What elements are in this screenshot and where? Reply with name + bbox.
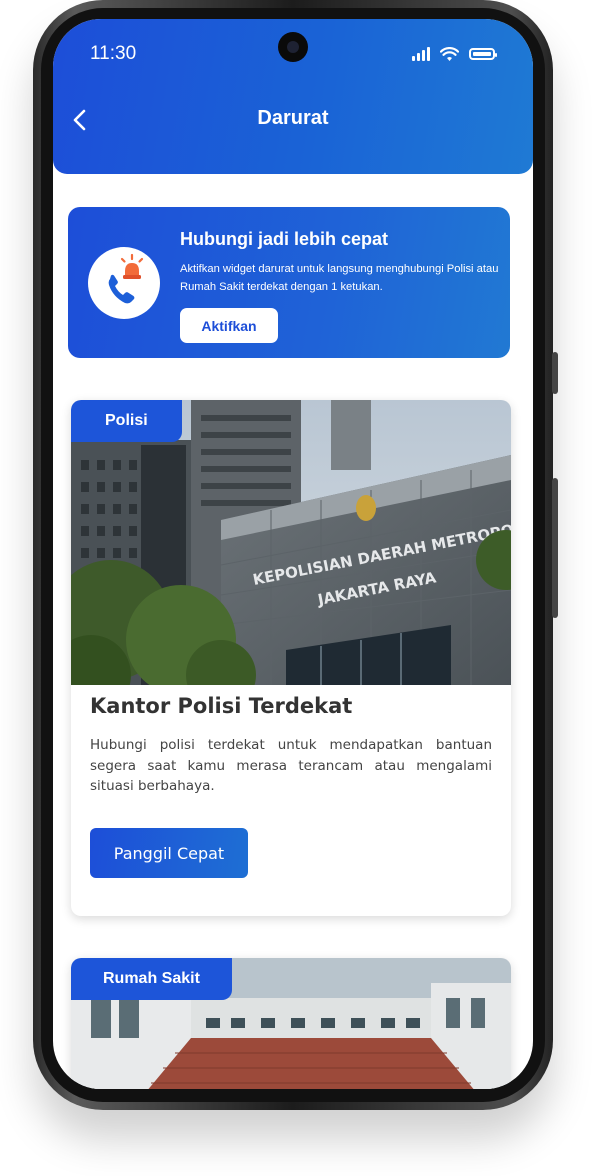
page-title: Darurat (257, 107, 329, 129)
promo-title: Hubungi jadi lebih cepat (180, 229, 389, 249)
phone-alarm-icon (108, 253, 144, 304)
app-header: 11:30 Darurat (53, 19, 533, 174)
promo-icon-container (88, 247, 160, 319)
police-service-card: KEPOLISIAN DAERAH METROPOLITAN JAKARTA R… (71, 400, 511, 916)
battery-icon (469, 48, 497, 60)
police-card-description: Hubungi polisi terdekat untuk mendapatka… (90, 737, 492, 794)
police-card-title: Kantor Polisi Terdekat (90, 694, 353, 718)
front-camera (278, 32, 308, 62)
promo-description: Aktifkan widget darurat untuk langsung m… (180, 263, 499, 293)
app-screen: 11:30 Darurat Hubungi jadi lebih cepat A… (53, 19, 533, 1089)
police-category-badge: Polisi (71, 400, 182, 442)
volume-up-button (552, 352, 558, 394)
activate-widget-button[interactable]: Aktifkan (180, 308, 278, 343)
signal-icon (412, 47, 430, 61)
hospital-category-badge: Rumah Sakit (71, 958, 232, 1000)
status-icons (412, 46, 497, 62)
power-button (552, 478, 558, 618)
wifi-icon (440, 46, 459, 61)
hospital-service-card: Rumah Sakit (71, 958, 511, 1089)
police-station-image: KEPOLISIAN DAERAH METROPOLITAN JAKARTA R… (71, 400, 511, 685)
quick-call-police-button[interactable]: Panggil Cepat (90, 828, 248, 878)
widget-promo-card: Hubungi jadi lebih cepat Aktifkan widget… (68, 207, 510, 358)
status-time: 11:30 (90, 43, 137, 64)
